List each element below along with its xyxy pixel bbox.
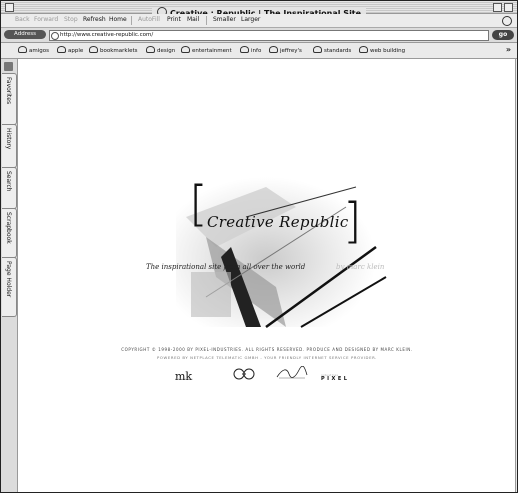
favorite-label: apple <box>68 48 84 54</box>
powered-by-text[interactable]: POWERED BY NETPLACE TELEMATIC GMBH - YOU… <box>18 355 516 360</box>
address-bar: Address http://www.creative-republic.com… <box>1 28 517 43</box>
toolbar: Back Forward Stop Refresh Home AutoFill … <box>1 14 517 28</box>
hero-artwork <box>176 177 387 329</box>
favorite-item[interactable]: apple <box>57 46 83 55</box>
favorite-item[interactable]: amigos <box>18 46 49 55</box>
favorite-item[interactable]: design <box>146 46 175 55</box>
site-author: by marc klein <box>336 263 385 271</box>
sidebar-handle-icon[interactable] <box>4 62 13 71</box>
toolbar-divider <box>206 16 207 25</box>
favorite-icon <box>181 46 190 53</box>
pixel-logo-subtext: industries <box>321 374 339 377</box>
larger-button[interactable]: Larger <box>241 16 260 23</box>
tab-favorites[interactable]: Favorites <box>2 73 17 125</box>
tab-page-holder[interactable]: Page Holder <box>2 257 17 317</box>
hero-graphic[interactable]: [ ] Creative Republic The inspirational … <box>146 177 406 337</box>
favorite-icon <box>269 46 278 53</box>
favorite-item[interactable]: standards <box>313 46 351 55</box>
content-scrollbar[interactable] <box>515 59 516 492</box>
print-button[interactable]: Print <box>167 16 181 23</box>
copyright-text: COPYRIGHT © 1998-2000 BY PIXEL-INDUSTRIE… <box>121 347 413 352</box>
mk-logo-text: mk <box>175 370 193 383</box>
tab-label: Page Holder <box>5 261 12 298</box>
cc-logo[interactable] <box>232 365 256 381</box>
tab-history[interactable]: History <box>2 124 17 168</box>
autofill-button[interactable]: AutoFill <box>138 16 160 23</box>
go-button[interactable]: go <box>492 30 514 40</box>
forward-button[interactable]: Forward <box>34 16 58 23</box>
more-favorites-icon[interactable]: » <box>506 45 511 54</box>
favorite-label: web building <box>370 48 406 54</box>
tab-search[interactable]: Search <box>2 167 17 209</box>
browser-window: Creative : Republic | The Inspirational … <box>0 0 518 493</box>
mail-button[interactable]: Mail <box>187 16 199 23</box>
left-bracket-graphic: [ <box>189 176 208 232</box>
favorite-icon <box>89 46 98 53</box>
favorite-item[interactable]: bookmarklets <box>89 46 138 55</box>
back-button[interactable]: Back <box>15 16 30 23</box>
url-page-icon[interactable] <box>51 32 59 40</box>
favorite-item[interactable]: jeffrey's <box>269 46 302 55</box>
pixel-industries-logo[interactable]: PIXEL industries <box>321 365 349 382</box>
favorite-icon <box>359 46 368 53</box>
refresh-button[interactable]: Refresh <box>83 16 106 23</box>
favorite-label: standards <box>324 48 352 54</box>
tab-label: Search <box>5 171 12 192</box>
page-content: [ ] Creative Republic The inspirational … <box>18 59 516 492</box>
stop-button[interactable]: Stop <box>64 16 78 23</box>
zoom-box[interactable] <box>493 3 502 12</box>
cc-logo-icon <box>233 368 255 380</box>
favorite-item[interactable]: info <box>240 46 261 55</box>
address-label: Address <box>4 30 46 39</box>
tab-label: Favorites <box>5 77 12 105</box>
favorite-label: bookmarklets <box>100 48 138 54</box>
site-tagline: The inspirational site from all over the… <box>146 263 306 271</box>
tab-label: History <box>5 128 12 150</box>
smaller-button[interactable]: Smaller <box>213 16 236 23</box>
favorites-bar: amigos apple bookmarklets design enterta… <box>1 43 517 59</box>
globe-icon <box>502 16 512 26</box>
title-bar[interactable]: Creative : Republic | The Inspirational … <box>1 1 517 19</box>
signature-logo-icon <box>276 365 308 379</box>
favorite-label: entertainment <box>192 48 232 54</box>
mk-logo-subtext: marc klein <box>175 378 194 381</box>
signature-logo[interactable] <box>275 365 309 381</box>
tab-scrapbook[interactable]: Scrapbook <box>2 208 17 258</box>
favorite-label: info <box>251 48 262 54</box>
site-logo-title: Creative Republic <box>207 213 349 231</box>
mk-logo[interactable]: mk marc klein <box>175 365 194 383</box>
favorite-icon <box>57 46 66 53</box>
address-url[interactable]: http://www.creative-republic.com/ <box>60 31 153 40</box>
favorite-label: design <box>157 48 176 54</box>
favorite-icon <box>313 46 322 53</box>
explorer-sidebar: Favorites History Search Scrapbook Page … <box>1 59 18 492</box>
favorite-icon <box>240 46 249 53</box>
favorite-item[interactable]: web building <box>359 46 405 55</box>
collapse-box[interactable] <box>504 3 513 12</box>
favorite-icon <box>146 46 155 53</box>
favorite-item[interactable]: entertainment <box>181 46 232 55</box>
tab-label: Scrapbook <box>5 212 12 244</box>
toolbar-divider <box>131 16 132 25</box>
address-input[interactable]: http://www.creative-republic.com/ <box>49 30 489 41</box>
favorite-label: amigos <box>29 48 49 54</box>
favorite-icon <box>18 46 27 53</box>
favorite-label: jeffrey's <box>280 48 302 54</box>
home-button[interactable]: Home <box>109 16 127 23</box>
